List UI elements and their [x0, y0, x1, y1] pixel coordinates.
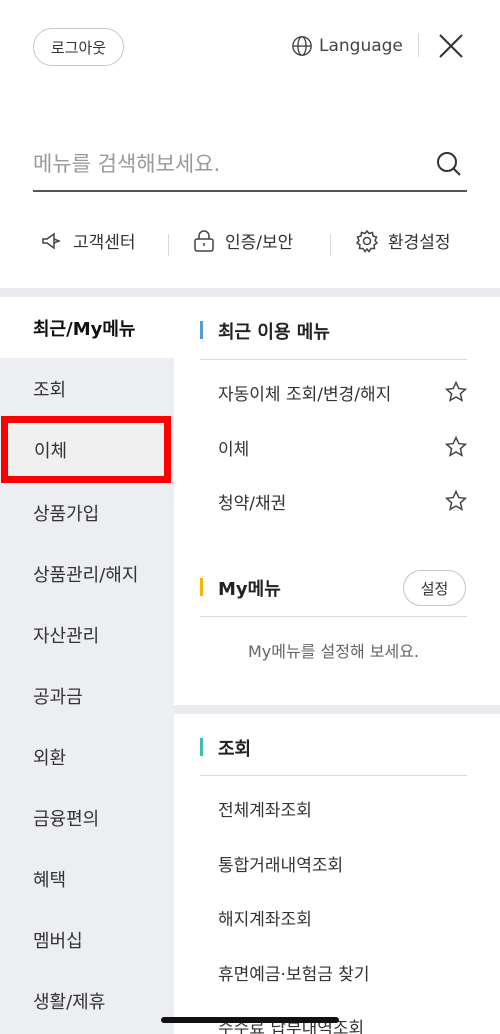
lock-icon — [194, 229, 214, 252]
inquiry-title: 조회 — [218, 739, 252, 760]
megaphone-icon — [42, 232, 62, 249]
menu-item-label: 통합거래내역조회 — [218, 855, 344, 876]
category-benefits[interactable]: 혜택 — [0, 848, 174, 909]
menu-item-label: 해지계좌조회 — [218, 909, 312, 930]
globe-icon — [292, 36, 312, 56]
search-input[interactable] — [33, 142, 413, 186]
star-icon[interactable] — [444, 380, 468, 404]
divider — [168, 234, 169, 256]
close-icon[interactable] — [436, 31, 466, 61]
section-accent-bar — [200, 738, 203, 756]
category-financial-convenience[interactable]: 금융편의 — [0, 787, 174, 848]
quick-link-customer-center[interactable]: 고객센터 — [40, 228, 136, 253]
inquiry-menu-item[interactable]: 휴면예금·보험금 찾기 — [218, 957, 468, 987]
top-bar: 로그아웃 Language — [0, 0, 500, 90]
quick-link-security[interactable]: 인증/보안 — [192, 228, 293, 253]
my-menu-setting-button[interactable]: 설정 — [403, 570, 466, 606]
category-product-manage[interactable]: 상품관리/해지 — [0, 543, 174, 604]
inquiry-menu-item[interactable]: 통합거래내역조회 — [218, 848, 468, 878]
my-menu-title: My메뉴 — [218, 579, 281, 600]
section-accent-bar — [200, 578, 203, 596]
category-life-partnership[interactable]: 생활/제휴 — [0, 970, 174, 1031]
category-inquiry[interactable]: 조회 — [0, 358, 174, 419]
category-asset-manage[interactable]: 자산관리 — [0, 604, 174, 665]
recent-menu-title: 최근 이용 메뉴 — [218, 322, 330, 343]
section-divider — [0, 288, 500, 297]
recent-menu-item[interactable]: 자동이체 조회/변경/해지 — [218, 377, 468, 407]
home-indicator — [161, 1017, 339, 1023]
category-transfer[interactable]: 이체 — [1, 416, 171, 483]
star-icon[interactable] — [444, 435, 468, 459]
category-utility-bills[interactable]: 공과금 — [0, 665, 174, 726]
star-icon[interactable] — [444, 489, 468, 513]
divider — [200, 616, 467, 617]
my-menu-empty-message: My메뉴를 설정해 보세요. — [247, 642, 419, 661]
quick-links: 고객센터 인증/보안 환경설정 — [0, 220, 500, 264]
gear-icon — [355, 229, 379, 253]
category-recent-my[interactable]: 최근/My메뉴 — [0, 297, 174, 358]
search-bar — [33, 138, 467, 192]
menu-item-label: 자동이체 조회/변경/해지 — [218, 384, 392, 405]
category-product-signup[interactable]: 상품가입 — [0, 482, 174, 543]
menu-item-label: 청약/채권 — [218, 493, 287, 514]
recent-menu-item[interactable]: 청약/채권 — [218, 486, 468, 516]
divider — [418, 33, 419, 57]
language-button[interactable]: Language — [291, 32, 403, 60]
quick-link-settings[interactable]: 환경설정 — [355, 228, 451, 253]
quick-link-label: 인증/보안 — [225, 233, 294, 253]
section-accent-bar — [200, 321, 203, 339]
category-foreign-exchange[interactable]: 외환 — [0, 726, 174, 787]
menu-item-label: 휴면예금·보험금 찾기 — [218, 964, 370, 985]
inquiry-menu-item[interactable]: 전체계좌조회 — [218, 793, 468, 823]
inquiry-menu-item[interactable]: 해지계좌조회 — [218, 902, 468, 932]
language-label: Language — [319, 36, 403, 56]
logout-button[interactable]: 로그아웃 — [33, 28, 124, 66]
divider — [200, 775, 467, 776]
divider — [200, 359, 467, 360]
quick-link-label: 고객센터 — [73, 233, 136, 253]
category-membership[interactable]: 멤버십 — [0, 909, 174, 970]
divider — [330, 234, 331, 256]
menu-item-label: 전체계좌조회 — [218, 800, 312, 821]
search-icon[interactable] — [435, 150, 463, 178]
section-divider — [174, 705, 500, 714]
recent-menu-item[interactable]: 이체 — [218, 432, 468, 462]
menu-item-label: 이체 — [218, 439, 250, 460]
quick-link-label: 환경설정 — [388, 233, 451, 253]
